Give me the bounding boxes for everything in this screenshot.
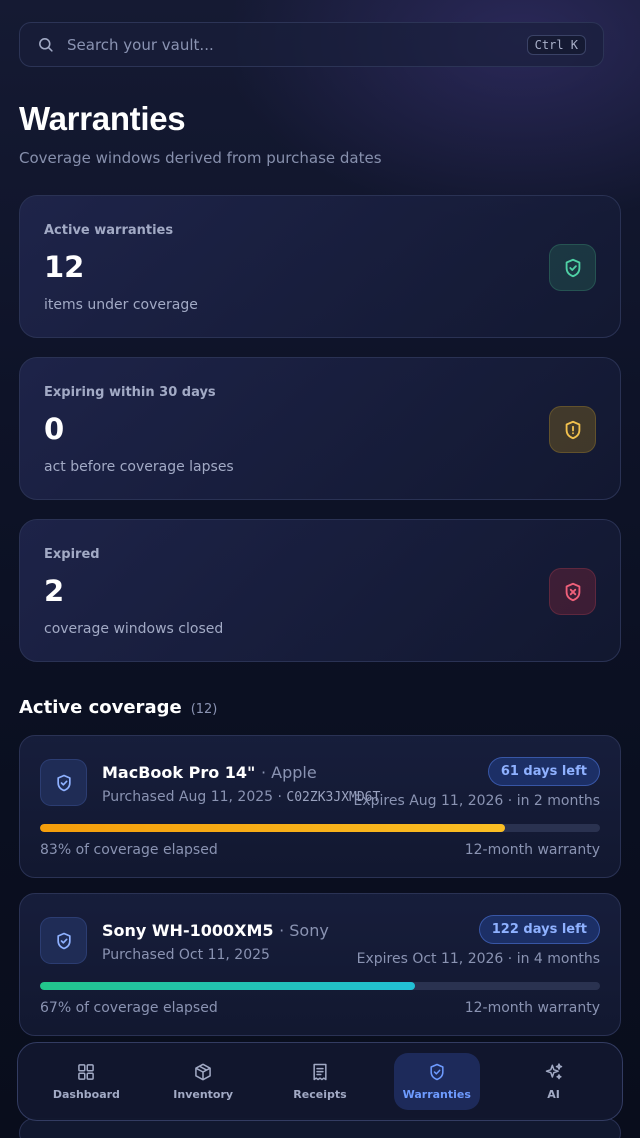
search-input[interactable]: Search your vault... [67,36,527,54]
purchase-date: Purchased Aug 11, 2025 · [102,789,287,805]
expiry-date: Expires Aug 11, 2026 · in 2 months [353,793,601,809]
search-shortcut-hint: Ctrl K [526,34,586,55]
item-title: MacBook Pro 14" [102,763,256,782]
expiry-date: Expires Oct 11, 2026 · in 4 months [356,951,600,967]
stat-hint: items under coverage [44,297,198,313]
item-name: Sony WH-1000XM5 · Sony [102,921,329,940]
stat-value: 12 [44,250,85,284]
elapsed-label: 83% of coverage elapsed [40,842,218,858]
page-subtitle: Coverage windows derived from purchase d… [19,149,382,167]
stat-card-active: Active warranties 12 items under coverag… [19,195,621,338]
stat-hint: act before coverage lapses [44,459,234,475]
purchase-date: Purchased Oct 11, 2025 [102,947,270,963]
nav-item-ai[interactable]: AI [511,1053,597,1110]
purchase-info: Purchased Aug 11, 2025 · C02ZK3JXMD6T [102,789,380,805]
item-name: MacBook Pro 14" · Apple [102,763,317,782]
receipt-icon [313,1063,327,1081]
box-icon [195,1063,212,1081]
stat-label: Active warranties [44,223,174,238]
coverage-progress-fill [40,824,505,832]
item-brand: · Apple [260,763,317,782]
stat-value: 2 [44,574,65,608]
shield-icon [430,1063,444,1081]
bottom-nav: Dashboard Inventory Receipts Warranties … [17,1042,623,1121]
stat-value: 0 [44,412,65,446]
shield-check-icon [40,917,87,964]
shield-check-icon [549,244,596,291]
nav-label: Warranties [402,1088,471,1101]
warranty-term: 12-month warranty [464,1000,600,1016]
nav-item-warranties[interactable]: Warranties [393,1053,480,1110]
page-title: Warranties [19,100,186,137]
days-left-badge: 122 days left [478,915,600,944]
nav-label: Inventory [173,1088,234,1101]
coverage-card[interactable]: MacBook Pro 14" · Apple Purchased Aug 11… [19,735,621,878]
elapsed-label: 67% of coverage elapsed [40,1000,218,1016]
section-title: Active coverage [19,697,182,718]
coverage-progress-fill [40,982,416,990]
warranty-term: 12-month warranty [464,842,600,858]
stat-label: Expired [44,547,100,562]
coverage-card[interactable] [19,1118,621,1138]
stat-hint: coverage windows closed [44,621,224,637]
nav-item-dashboard[interactable]: Dashboard [43,1053,129,1110]
stat-card-expired: Expired 2 coverage windows closed [19,519,621,662]
item-brand: · Sony [279,921,329,940]
purchase-info: Purchased Oct 11, 2025 [102,947,270,963]
shield-x-icon [549,568,596,615]
search-bar[interactable]: Search your vault... Ctrl K [19,22,604,67]
nav-label: Dashboard [52,1088,120,1101]
coverage-progress-bar [40,824,600,832]
section-header: Active coverage (12) [19,697,217,718]
nav-label: AI [547,1088,560,1101]
days-left-badge: 61 days left [487,757,600,786]
item-title: Sony WH-1000XM5 [102,921,274,940]
shield-alert-icon [549,406,596,453]
grid-icon [78,1064,95,1080]
coverage-card[interactable]: Sony WH-1000XM5 · Sony Purchased Oct 11,… [19,893,621,1036]
shield-check-icon [40,759,87,806]
sparkles-icon [545,1063,562,1080]
search-icon [39,38,53,52]
coverage-progress-bar [40,982,600,990]
section-count: (12) [190,702,218,717]
nav-item-inventory[interactable]: Inventory [160,1053,246,1110]
stat-card-expiring: Expiring within 30 days 0 act before cov… [19,357,621,500]
stat-label: Expiring within 30 days [44,385,216,400]
nav-label: Receipts [293,1088,347,1101]
nav-item-receipts[interactable]: Receipts [277,1053,363,1110]
